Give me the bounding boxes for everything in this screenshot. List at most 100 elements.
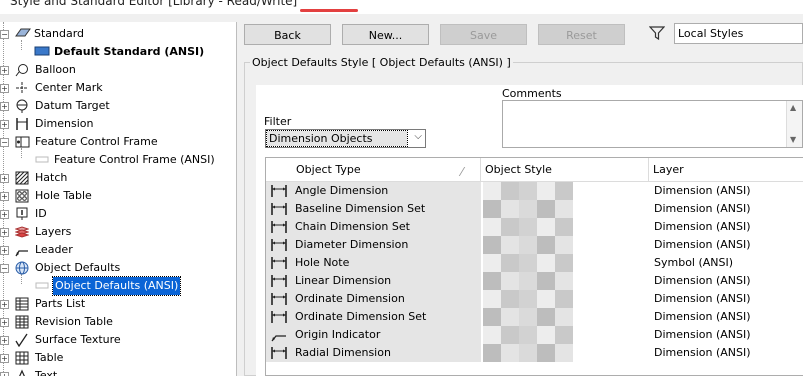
style-tree[interactable]: − Standard Default Standard (ANSI) + Bal…: [0, 22, 237, 376]
redacted-block: [519, 290, 537, 308]
expand-icon[interactable]: +: [0, 354, 9, 363]
object-type-label: Baseline Dimension Set: [295, 202, 426, 215]
redacted-block: [519, 254, 537, 272]
redacted-block: [555, 218, 573, 236]
object-style-cell[interactable]: [481, 200, 649, 218]
dimension-icon: [270, 292, 288, 306]
expand-icon[interactable]: +: [0, 246, 9, 255]
object-style-cell[interactable]: [481, 326, 649, 344]
comments-label: Comments: [502, 87, 562, 100]
comments-field[interactable]: ▲ ▼: [502, 100, 803, 148]
layer-cell[interactable]: Dimension (ANSI): [654, 326, 751, 344]
redacted-block: [519, 182, 537, 200]
object-type-cell[interactable]: Diameter Dimension: [266, 236, 481, 254]
expand-icon[interactable]: +: [0, 318, 9, 327]
title-accent-mark: [300, 9, 358, 12]
comments-scrollbar[interactable]: ▲ ▼: [786, 101, 802, 147]
center-mark-icon: [15, 81, 29, 95]
expand-icon[interactable]: +: [0, 84, 9, 93]
tree-node-label: Parts List: [35, 297, 86, 310]
scroll-up-icon[interactable]: ▲: [790, 103, 796, 112]
balloon-icon: [15, 63, 29, 77]
object-type-cell[interactable]: Ordinate Dimension: [266, 290, 481, 308]
table-row[interactable]: Radial Dimension Dimension (ANSI): [266, 344, 803, 362]
style-source-dropdown[interactable]: Local Styles: [674, 23, 803, 44]
table-row[interactable]: Angle Dimension Dimension (ANSI): [266, 182, 803, 200]
object-style-cell[interactable]: [481, 344, 649, 362]
object-defaults-table[interactable]: Object Type ⁄ Object Style Layer Angle D…: [265, 157, 803, 376]
expand-icon[interactable]: +: [0, 372, 9, 376]
table-row[interactable]: Hole Note Symbol (ANSI): [266, 254, 803, 272]
expand-icon[interactable]: +: [0, 174, 9, 183]
collapse-icon[interactable]: −: [0, 264, 9, 273]
table-row[interactable]: Baseline Dimension Set Dimension (ANSI): [266, 200, 803, 218]
layer-cell[interactable]: Dimension (ANSI): [654, 272, 751, 290]
table-row[interactable]: Chain Dimension Set Dimension (ANSI): [266, 218, 803, 236]
save-button[interactable]: Save: [440, 24, 527, 45]
expand-icon[interactable]: +: [0, 192, 9, 201]
expand-icon[interactable]: +: [0, 228, 9, 237]
column-header-object-style[interactable]: Object Style: [481, 158, 649, 181]
tree-node-label: Feature Control Frame (ANSI): [54, 153, 215, 166]
layer-cell[interactable]: Dimension (ANSI): [654, 218, 751, 236]
collapse-icon[interactable]: −: [0, 138, 9, 147]
redacted-block: [483, 236, 501, 254]
table-row[interactable]: Origin Indicator Dimension (ANSI): [266, 326, 803, 344]
expand-icon[interactable]: +: [0, 102, 9, 111]
tree-node-label: Leader: [35, 243, 73, 256]
collapse-icon[interactable]: −: [0, 30, 9, 39]
back-button[interactable]: Back: [244, 24, 331, 45]
redacted-block: [537, 290, 555, 308]
expand-icon[interactable]: +: [0, 300, 9, 309]
layer-cell[interactable]: Dimension (ANSI): [654, 290, 751, 308]
column-header-layer[interactable]: Layer: [649, 158, 803, 181]
column-header-label: Object Type: [296, 163, 361, 176]
object-type-cell[interactable]: Radial Dimension: [266, 344, 481, 362]
layer-cell[interactable]: Symbol (ANSI): [654, 254, 733, 272]
window-title: Style and Standard Editor [Library - Rea…: [10, 0, 298, 8]
expand-icon[interactable]: +: [0, 120, 9, 129]
table-row[interactable]: Linear Dimension Dimension (ANSI): [266, 272, 803, 290]
layer-cell[interactable]: Dimension (ANSI): [654, 182, 751, 200]
table-row[interactable]: Diameter Dimension Dimension (ANSI): [266, 236, 803, 254]
redacted-block: [483, 290, 501, 308]
object-type-cell[interactable]: Linear Dimension: [266, 272, 481, 290]
layer-cell[interactable]: Dimension (ANSI): [654, 236, 751, 254]
chevron-down-icon[interactable]: ⌵: [414, 131, 422, 142]
reset-button[interactable]: Reset: [538, 24, 625, 45]
layer-cell[interactable]: Dimension (ANSI): [654, 200, 751, 218]
layer-cell[interactable]: Dimension (ANSI): [654, 308, 751, 326]
expand-icon[interactable]: +: [0, 336, 9, 345]
object-style-cell[interactable]: [481, 218, 649, 236]
filter-icon[interactable]: [648, 25, 666, 41]
object-type-cell[interactable]: Hole Note: [266, 254, 481, 272]
layer-cell[interactable]: Dimension (ANSI): [654, 344, 751, 362]
object-style-cell[interactable]: [481, 254, 649, 272]
object-style-cell[interactable]: [481, 236, 649, 254]
object-style-cell[interactable]: [481, 308, 649, 326]
style-item-icon: [35, 279, 49, 293]
table-row[interactable]: Ordinate Dimension Dimension (ANSI): [266, 290, 803, 308]
table-row[interactable]: Ordinate Dimension Set Dimension (ANSI): [266, 308, 803, 326]
scroll-down-icon[interactable]: ▼: [790, 135, 796, 144]
object-type-cell[interactable]: Chain Dimension Set: [266, 218, 481, 236]
column-header-object-type[interactable]: Object Type ⁄: [266, 158, 481, 181]
object-type-cell[interactable]: Origin Indicator: [266, 326, 481, 344]
new-button[interactable]: New...: [342, 24, 429, 45]
redacted-block: [519, 236, 537, 254]
object-type-cell[interactable]: Ordinate Dimension Set: [266, 308, 481, 326]
object-style-cell[interactable]: [481, 182, 649, 200]
expand-icon[interactable]: +: [0, 210, 9, 219]
redacted-block: [537, 344, 555, 362]
object-style-cell[interactable]: [481, 272, 649, 290]
tree-node-label: Hole Table: [35, 189, 92, 202]
redacted-block: [555, 236, 573, 254]
object-type-cell[interactable]: Angle Dimension: [266, 182, 481, 200]
object-type-cell[interactable]: Baseline Dimension Set: [266, 200, 481, 218]
object-style-cell[interactable]: [481, 290, 649, 308]
object-defaults-icon: [15, 261, 29, 275]
expand-icon[interactable]: +: [0, 66, 9, 75]
filter-dropdown[interactable]: Dimension Objects ⌵: [265, 129, 426, 148]
redacted-block: [555, 272, 573, 290]
panel-title: Object Defaults Style [ Object Defaults …: [250, 56, 513, 69]
